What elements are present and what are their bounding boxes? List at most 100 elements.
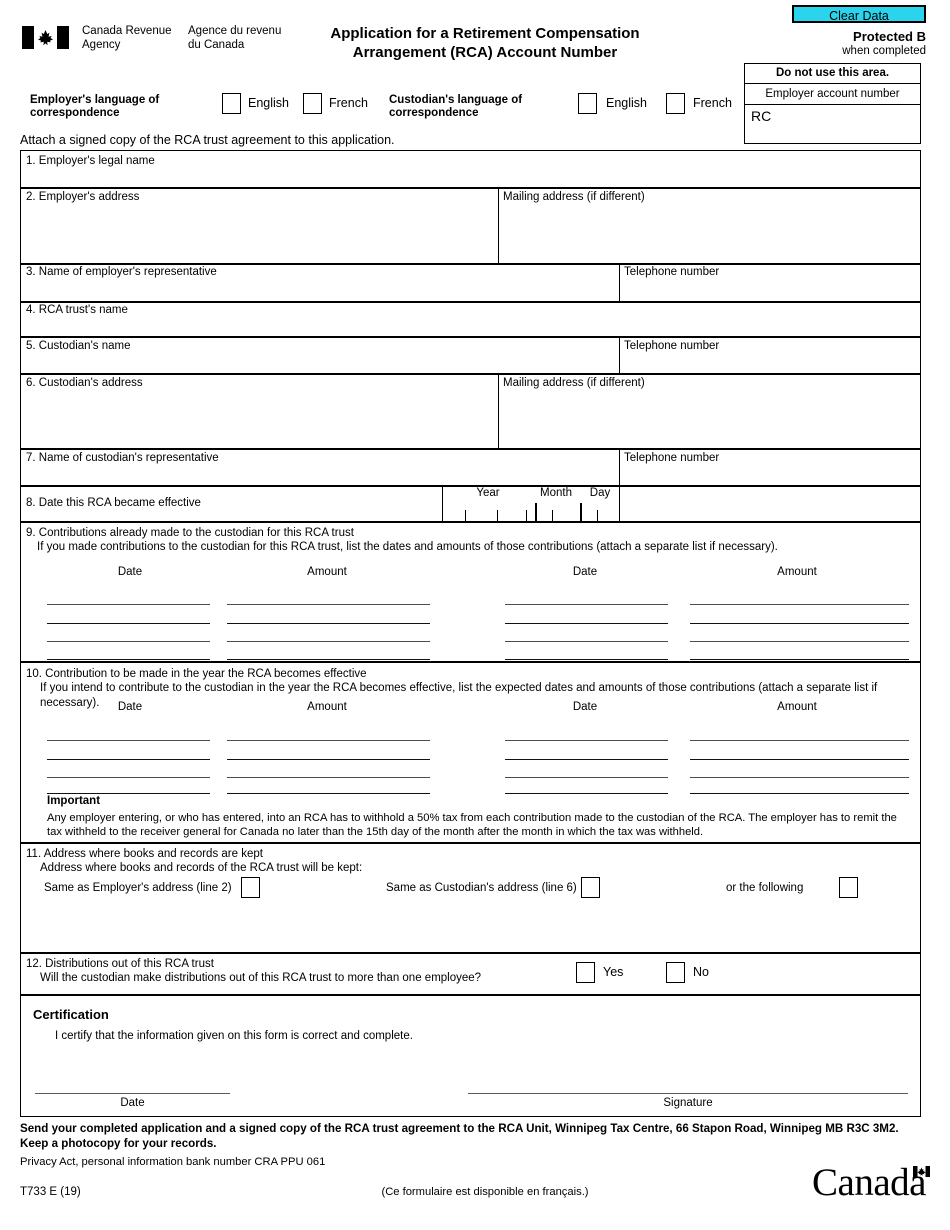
line5-divider (619, 338, 620, 373)
s9-date-left-2[interactable] (47, 608, 211, 622)
clear-data-button[interactable]: Clear Data (792, 5, 926, 23)
custodian-name-input[interactable] (28, 354, 612, 371)
date-tick-d1 (597, 510, 598, 521)
s10-amount-left-4[interactable] (227, 779, 431, 792)
s9-date-right-3[interactable] (505, 626, 669, 640)
s10-rule (47, 740, 210, 741)
certification-date-rule (35, 1093, 230, 1094)
when-completed-label: when completed (842, 45, 926, 57)
s9-rule (47, 623, 210, 624)
s10-rule (47, 759, 210, 760)
s10-amount-left-2[interactable] (227, 744, 431, 758)
privacy-act-note: Privacy Act, personal information bank n… (20, 1156, 326, 1168)
employer-language-french-checkbox[interactable] (303, 93, 322, 114)
line3-divider (619, 265, 620, 301)
s9-date-right-2[interactable] (505, 608, 669, 622)
s10-amount-left-3[interactable] (227, 762, 431, 776)
rc-prefix-label: RC (751, 108, 772, 124)
certification-signature-input[interactable] (471, 1076, 909, 1091)
s10-amount-right-1[interactable] (690, 725, 910, 739)
s10-rule (690, 759, 909, 760)
custodian-representative-input[interactable] (28, 466, 612, 483)
s10-date-right-4[interactable] (505, 779, 669, 792)
section-10-col-date-left: Date (117, 701, 143, 713)
form-header: Clear Data Canada Revenue Agency Agence … (0, 0, 950, 148)
section-9-col-amount-left: Amount (307, 566, 347, 578)
books-other-address-input[interactable] (44, 905, 904, 947)
s10-rule (505, 759, 668, 760)
books-at-other-address-checkbox[interactable] (839, 877, 858, 898)
s9-date-right-1[interactable] (505, 589, 669, 603)
important-label: Important (47, 795, 101, 807)
custodian-language-french-label: French (693, 96, 732, 110)
s9-amount-right-2[interactable] (690, 608, 910, 622)
custodian-language-english-checkbox[interactable] (578, 93, 597, 114)
s9-amount-right-1[interactable] (690, 589, 910, 603)
employer-legal-name-input[interactable] (28, 168, 913, 184)
custodian-address-input[interactable] (28, 394, 490, 444)
s9-date-right-4[interactable] (505, 644, 669, 658)
s9-amount-right-4[interactable] (690, 644, 910, 658)
books-at-custodian-address-checkbox[interactable] (581, 877, 600, 898)
custodian-language-english-label: English (606, 96, 647, 110)
custodian-language-french-checkbox[interactable] (666, 93, 685, 114)
s9-amount-left-2[interactable] (227, 608, 431, 622)
s10-date-right-2[interactable] (505, 744, 669, 758)
employer-mailing-address-input[interactable] (505, 208, 913, 258)
s9-amount-left-1[interactable] (227, 589, 431, 603)
employer-account-number-input[interactable] (775, 107, 915, 139)
s9-amount-left-3[interactable] (227, 626, 431, 640)
s9-rule (690, 641, 909, 642)
s10-amount-right-3[interactable] (690, 762, 910, 776)
s9-date-left-4[interactable] (47, 644, 211, 658)
s9-rule (227, 604, 430, 605)
s10-date-left-1[interactable] (47, 725, 211, 739)
custodian-phone-input[interactable] (626, 354, 914, 371)
books-at-employer-address-checkbox[interactable] (241, 877, 260, 898)
section-9-subtitle: If you made contributions to the custodi… (37, 541, 778, 553)
s9-date-left-1[interactable] (47, 589, 211, 603)
custodian-mailing-address-input[interactable] (505, 394, 913, 444)
s9-rule (227, 623, 430, 624)
french-version-note: (Ce formulaire est disponible en françai… (381, 1186, 589, 1198)
s9-amount-right-3[interactable] (690, 626, 910, 640)
s10-amount-right-2[interactable] (690, 744, 910, 758)
employer-representative-phone-input[interactable] (626, 281, 914, 298)
s10-date-left-2[interactable] (47, 744, 211, 758)
line8-divider-left (442, 487, 443, 521)
s9-amount-left-4[interactable] (227, 644, 431, 658)
section-11-other-option-label: or the following (726, 882, 804, 894)
employer-language-english-checkbox[interactable] (222, 93, 241, 114)
s10-date-right-1[interactable] (505, 725, 669, 739)
s10-amount-right-4[interactable] (690, 779, 910, 792)
s10-rule (47, 777, 210, 778)
section-10-col-amount-left: Amount (307, 701, 347, 713)
section-11-subtitle: Address where books and records of the R… (40, 862, 363, 874)
s10-rule (505, 793, 668, 794)
s10-date-left-3[interactable] (47, 762, 211, 776)
distributions-no-checkbox[interactable] (666, 962, 685, 983)
s9-rule (505, 604, 668, 605)
date-separator-1 (535, 503, 537, 521)
s9-rule (505, 659, 668, 660)
cra-use-only-box: Do not use this area. Employer account n… (744, 63, 921, 144)
s9-rule (47, 641, 210, 642)
employer-representative-input[interactable] (28, 281, 612, 298)
distributions-yes-checkbox[interactable] (576, 962, 595, 983)
date-tick-y2 (497, 510, 498, 521)
section-9-title: 9. Contributions already made to the cus… (26, 527, 354, 539)
custodian-representative-phone-input[interactable] (626, 466, 914, 483)
s10-amount-left-1[interactable] (227, 725, 431, 739)
s9-date-left-3[interactable] (47, 626, 211, 640)
employer-address-input[interactable] (28, 208, 490, 258)
rca-effective-date-input[interactable] (446, 500, 616, 514)
section-9-col-date-left: Date (117, 566, 143, 578)
line6-label: 6. Custodian's address (26, 377, 143, 389)
s10-date-right-3[interactable] (505, 762, 669, 776)
important-text: Any employer entering, or who has entere… (47, 812, 897, 838)
s10-date-left-4[interactable] (47, 779, 211, 792)
certification-date-input[interactable] (38, 1076, 232, 1091)
rca-trust-name-input[interactable] (28, 318, 913, 334)
s9-rule (505, 641, 668, 642)
employer-language-english-label: English (248, 96, 289, 110)
